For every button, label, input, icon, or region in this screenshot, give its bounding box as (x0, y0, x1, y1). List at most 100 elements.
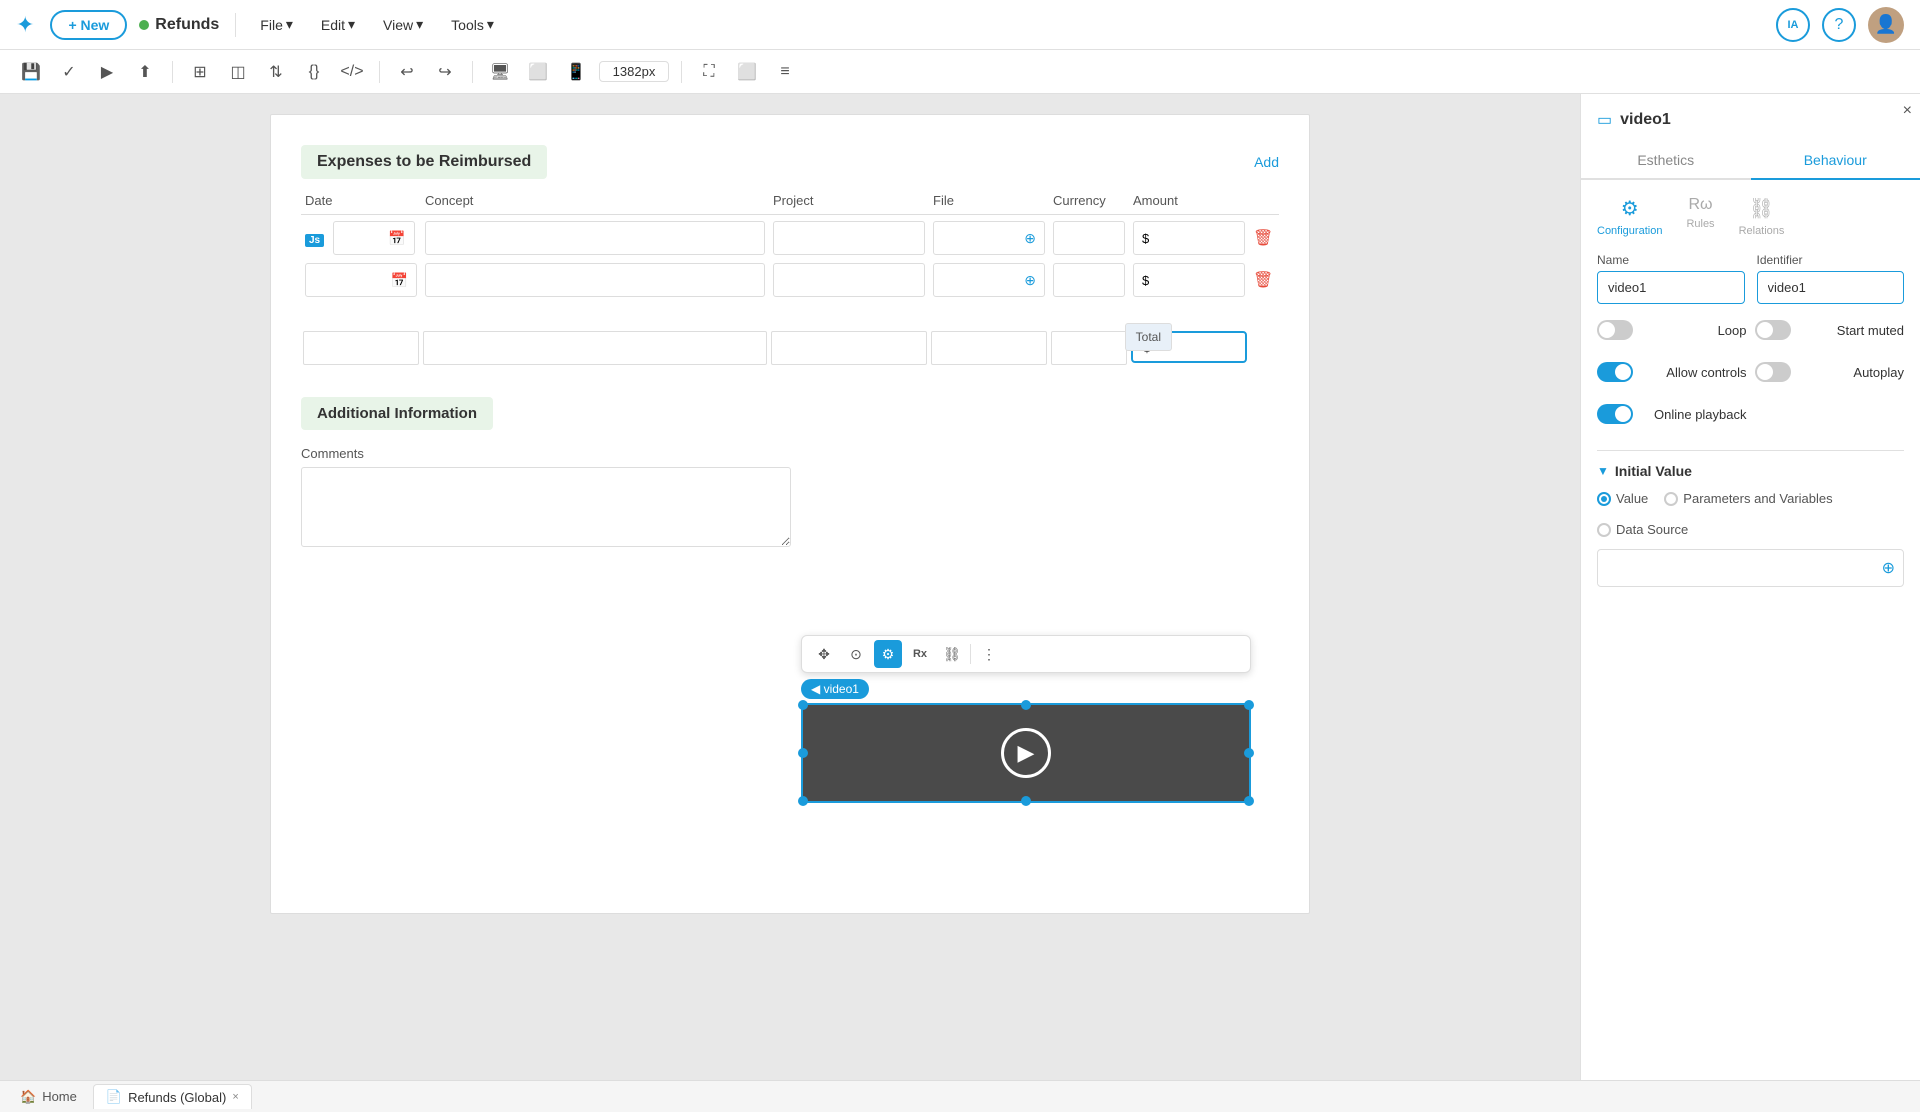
align-button[interactable]: ≡ (770, 57, 800, 87)
check-button[interactable]: ✓ (54, 57, 84, 87)
row1-amount-input[interactable]: $ (1133, 221, 1245, 255)
online-playback-thumb (1615, 406, 1631, 422)
play-icon[interactable]: ▶ (1001, 728, 1051, 778)
resize-handle-bl[interactable] (798, 796, 808, 806)
add-button[interactable]: Add (1254, 154, 1279, 170)
window-button[interactable]: ⬜ (732, 57, 762, 87)
resize-handle-tc[interactable] (1021, 700, 1031, 710)
video-settings-btn[interactable]: ⊙ (842, 640, 870, 668)
row1-date-input[interactable]: 📅 (333, 221, 415, 255)
resize-handle-br[interactable] (1244, 796, 1254, 806)
radio-params-label: Parameters and Variables (1683, 491, 1832, 506)
allow-controls-toggle[interactable] (1597, 362, 1633, 382)
row2-concept-input[interactable] (425, 263, 765, 297)
radio-params[interactable]: Parameters and Variables (1664, 491, 1832, 506)
video-link-btn[interactable]: ⛓ (938, 640, 966, 668)
video-more-btn[interactable]: ⋮ (975, 640, 1003, 668)
video-config-btn[interactable]: ⚙ (874, 640, 902, 668)
row2-date-input[interactable]: 📅 (305, 263, 417, 297)
undo-button[interactable]: ↩ (392, 57, 422, 87)
html-button[interactable]: </> (337, 57, 367, 87)
resize-handle-tl[interactable] (798, 700, 808, 710)
table-row: 📅 ⊕ (301, 261, 1279, 299)
name-identifier-row: Name Identifier (1597, 253, 1904, 304)
row2-file-input[interactable]: ⊕ (933, 263, 1045, 297)
row2-delete-btn[interactable]: 🗑 (1253, 272, 1273, 289)
px-value: 1382px (599, 61, 669, 82)
data-button[interactable]: ⇅ (261, 57, 291, 87)
initial-value-collapse[interactable]: ▼ Initial Value (1597, 463, 1904, 479)
project-status-dot (139, 20, 149, 30)
resize-handle-tr[interactable] (1244, 700, 1254, 710)
components-button[interactable]: ⊞ (185, 57, 215, 87)
panel-video-icon: ▭ (1597, 110, 1612, 130)
loop-thumb (1599, 322, 1615, 338)
start-muted-toggle[interactable] (1755, 320, 1791, 340)
save-button[interactable]: 💾 (16, 57, 46, 87)
row2-project-input[interactable] (773, 263, 925, 297)
identifier-label: Identifier (1757, 253, 1905, 267)
name-input[interactable] (1597, 271, 1745, 304)
resize-handle-bc[interactable] (1021, 796, 1031, 806)
row1-concept-input[interactable] (425, 221, 765, 255)
new-button[interactable]: + New (50, 10, 127, 40)
panel-body: ⚙ Configuration Rω Rules ⛓ Relations Nam… (1581, 180, 1920, 1080)
panel-close-btn[interactable]: × (1903, 102, 1912, 120)
comments-textarea[interactable] (301, 467, 791, 547)
row1-project-input[interactable] (773, 221, 925, 255)
config-tab-configuration[interactable]: ⚙ Configuration (1597, 196, 1662, 237)
row1-delete-btn[interactable]: 🗑 (1253, 230, 1273, 247)
video-rx-btn[interactable]: Rx (906, 640, 934, 668)
radio-datasource[interactable]: Data Source (1597, 522, 1688, 537)
tools-menu[interactable]: Tools ▾ (443, 12, 502, 37)
config-tab-rules[interactable]: Rω Rules (1686, 196, 1714, 237)
loop-toggle[interactable] (1597, 320, 1633, 340)
video-component-label[interactable]: ◀ video1 (801, 679, 869, 699)
resize-handle-ml[interactable] (798, 748, 808, 758)
resize-handle-mr[interactable] (1244, 748, 1254, 758)
file-menu[interactable]: File ▾ (252, 12, 301, 37)
help-button[interactable]: ? (1822, 8, 1856, 42)
project-name: Refunds (155, 16, 219, 34)
value-input-icon[interactable]: ⊕ (1874, 550, 1903, 586)
layers-button[interactable]: ◫ (223, 57, 253, 87)
desktop-view[interactable]: 🖥 (485, 57, 515, 87)
canvas[interactable]: Expenses to be Reimbursed Add Date Conce… (0, 94, 1580, 1080)
row1-file-input[interactable]: ⊕ (933, 221, 1045, 255)
mobile-view[interactable]: 📱 (561, 57, 591, 87)
row1-currency-input[interactable] (1053, 221, 1125, 255)
autoplay-toggle[interactable] (1755, 362, 1791, 382)
toolbar: 💾 ✓ ▶ ⬆ ⊞ ◫ ⇅ {} </> ↩ ↪ 🖥 ⬜ 📱 1382px ⛶ … (0, 50, 1920, 94)
ia-button[interactable]: IA (1776, 8, 1810, 42)
tab-behaviour[interactable]: Behaviour (1751, 142, 1920, 180)
publish-button[interactable]: ⬆ (130, 57, 160, 87)
code-button[interactable]: {} (299, 57, 329, 87)
toolbar-sep-2 (379, 61, 380, 83)
identifier-input[interactable] (1757, 271, 1905, 304)
row2-currency-cell (1049, 261, 1129, 299)
js-badge: Js (305, 234, 324, 247)
redo-button[interactable]: ↪ (430, 57, 460, 87)
config-tab-relations[interactable]: ⛓ Relations (1739, 196, 1785, 237)
tab-refunds[interactable]: 📄 Refunds (Global) × (93, 1084, 252, 1109)
tab-home[interactable]: 🏠 Home (8, 1085, 89, 1109)
row1-delete-cell: 🗑 (1249, 226, 1279, 250)
row2-currency-input[interactable] (1053, 263, 1125, 297)
value-input[interactable] (1598, 553, 1874, 584)
fullscreen-button[interactable]: ⛶ (694, 57, 724, 87)
tab-close-btn[interactable]: × (232, 1091, 238, 1103)
row1-project-cell (769, 219, 929, 257)
avatar[interactable]: 👤 (1868, 7, 1904, 43)
allow-controls-label: Allow controls (1666, 365, 1746, 380)
tablet-view[interactable]: ⬜ (523, 57, 553, 87)
play-button[interactable]: ▶ (92, 57, 122, 87)
edit-menu[interactable]: Edit ▾ (313, 12, 363, 37)
online-playback-toggle[interactable] (1597, 404, 1633, 424)
video-move-btn[interactable]: ✥ (810, 640, 838, 668)
tab-esthetics[interactable]: Esthetics (1581, 142, 1751, 178)
row2-amount-input[interactable]: $ (1133, 263, 1245, 297)
expenses-section: Expenses to be Reimbursed Add Date Conce… (301, 145, 1279, 299)
view-menu[interactable]: View ▾ (375, 12, 431, 37)
video-player[interactable]: ▶ (801, 703, 1251, 803)
radio-value[interactable]: Value (1597, 491, 1648, 506)
